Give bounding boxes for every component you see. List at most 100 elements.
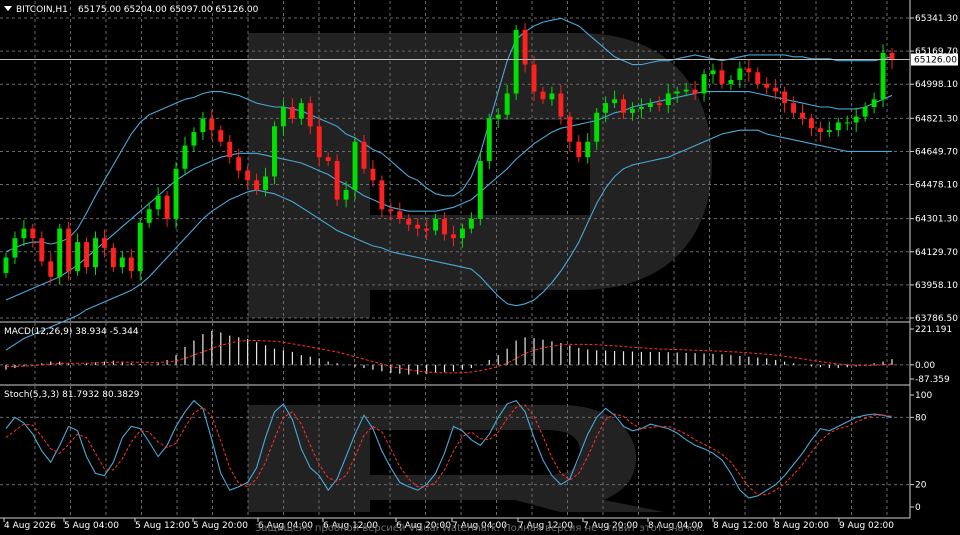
candle-body [66, 228, 72, 272]
candle-body [200, 118, 206, 133]
candle-body [835, 122, 841, 131]
candle-body [155, 195, 161, 210]
candle-body [719, 70, 725, 84]
candle-body [495, 114, 501, 119]
price-tick-label: 63958.10 [915, 281, 958, 291]
candle-body [621, 99, 626, 113]
candle-body [361, 141, 367, 169]
candle-body [656, 103, 662, 106]
trading-chart[interactable]: 65341.3065169.7064998.1064821.3064649.70… [0, 0, 960, 535]
price-tick-label: 63786.50 [915, 314, 958, 324]
time-tick-label: 5 Aug 04:00 [64, 521, 119, 531]
time-tick-label: 5 Aug 20:00 [193, 521, 248, 531]
macd-title: MACD(12,26,9) 38.934 -5.344 [4, 327, 139, 337]
candle-body [853, 116, 859, 123]
candle-body [710, 70, 716, 75]
candle-body [442, 218, 447, 235]
candle-body [325, 157, 331, 162]
candle-body [871, 99, 877, 108]
candle-body [746, 68, 752, 73]
candle-body [263, 176, 268, 190]
candle-body [397, 211, 403, 219]
candle-body [272, 126, 277, 177]
candle-body [84, 242, 90, 268]
candle-body [791, 103, 797, 113]
candle-body [173, 168, 179, 219]
stoch-tick-label: 0 [915, 503, 921, 513]
candle-body [701, 74, 707, 94]
candle-body [128, 257, 134, 272]
candle-body [137, 222, 143, 272]
candle-body [289, 107, 295, 119]
candle-body [379, 180, 385, 210]
candle-body [48, 261, 54, 277]
candle-body [21, 228, 27, 239]
candle-body [388, 209, 394, 212]
candle-body [558, 93, 564, 117]
macd-tick-label: 0.00 [915, 361, 935, 371]
stoch-tick-label: 20 [915, 481, 927, 491]
candle-body [307, 103, 313, 127]
macd-tick-label: -87.359 [915, 375, 950, 385]
price-tick-label: 64649.70 [915, 147, 958, 157]
candle-body [612, 99, 618, 104]
symbol-label: BITCOIN,H1 [16, 5, 68, 15]
current-price-label: 65126.00 [914, 56, 957, 66]
candle-body [433, 218, 439, 231]
time-tick-label: 8 Aug 20:00 [774, 521, 829, 531]
candle-body [119, 257, 125, 268]
stoch-title: Stoch(5,3,3) 81.7932 80.3829 [4, 390, 140, 400]
candle-body [218, 130, 224, 142]
candle-body [808, 118, 814, 129]
candle-body [674, 91, 680, 94]
candle-body [182, 145, 188, 169]
time-tick-label: 4 Aug 2026 [4, 521, 56, 531]
candle-body [424, 228, 430, 231]
candle-body [245, 170, 251, 181]
candle-body [3, 257, 9, 273]
candle-body [692, 89, 698, 94]
candle-body [254, 180, 260, 190]
candle-body [146, 209, 152, 223]
candle-body [782, 91, 788, 104]
candle-body [468, 218, 474, 229]
candle-body [594, 112, 600, 142]
stoch-tick-label: 80 [915, 413, 927, 423]
candle-body [101, 238, 107, 248]
candle-body [75, 242, 81, 272]
candle-body [862, 107, 868, 117]
candle-body [540, 91, 546, 100]
candle-body [764, 83, 770, 88]
candle-body [227, 141, 233, 158]
candle-body [93, 238, 98, 268]
candle-body [513, 29, 519, 94]
price-tick-label: 64998.10 [915, 80, 958, 90]
candle-body [30, 228, 36, 239]
candle-body [451, 234, 456, 239]
candle-body [164, 195, 170, 219]
candle-body [110, 247, 116, 268]
candle-body [549, 93, 555, 100]
candle-body [773, 87, 779, 92]
ohlc-values: 65175.00 65204.00 65097.00 65126.00 [78, 5, 259, 15]
candle-body [576, 141, 582, 158]
candle-body [630, 108, 635, 113]
candle-body [370, 168, 376, 181]
candle-body [817, 128, 823, 133]
candle-body [531, 64, 537, 92]
watermark-text: Защищено пробной версией Visual Watermar… [255, 523, 705, 534]
candle-body [755, 72, 761, 84]
candle-body [800, 112, 805, 119]
candle-body [316, 126, 322, 158]
candle-body [459, 228, 465, 239]
candle-body [728, 79, 734, 84]
candle-body [280, 107, 286, 127]
candle-body [352, 141, 358, 190]
candle-body [298, 103, 304, 119]
candle-body [504, 93, 510, 115]
candle-body [603, 103, 609, 113]
candle-body [334, 161, 340, 200]
stoch-tick-label: 100 [915, 391, 932, 401]
candle-body [39, 238, 45, 262]
time-tick-label: 5 Aug 12:00 [135, 521, 190, 531]
